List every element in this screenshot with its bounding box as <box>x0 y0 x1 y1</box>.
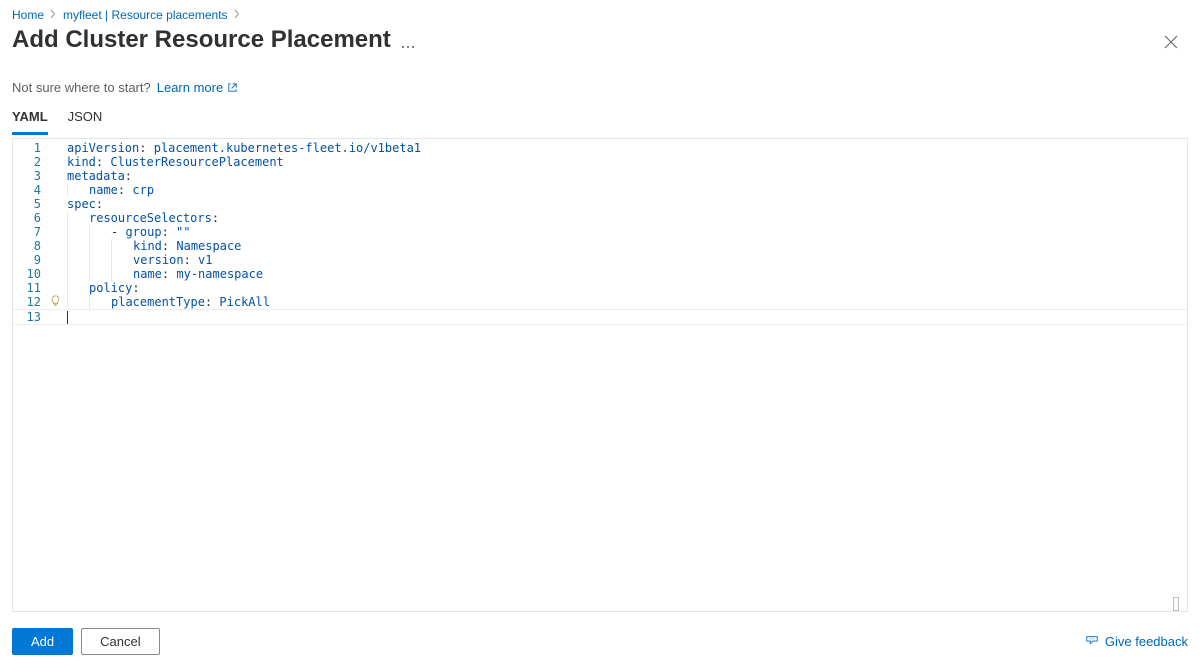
code-content: apiVersion: placement.kubernetes-fleet.i… <box>63 141 1187 155</box>
close-icon[interactable] <box>1158 29 1184 55</box>
code-content: name: my-namespace <box>63 267 1187 281</box>
code-content: spec: <box>63 197 1187 211</box>
code-content: kind: Namespace <box>63 239 1187 253</box>
code-line: 5 spec: <box>13 197 1187 211</box>
helper-intro: Not sure where to start? <box>12 80 151 95</box>
line-number: 1 <box>13 141 47 155</box>
code-content: policy: <box>63 281 1187 295</box>
feedback-icon <box>1085 634 1099 648</box>
code-line: 7 - group: "" <box>13 225 1187 239</box>
line-number: 7 <box>13 225 47 239</box>
code-content: name: crp <box>63 183 1187 197</box>
add-button[interactable]: Add <box>12 628 73 655</box>
tab-json[interactable]: JSON <box>68 105 103 135</box>
line-number: 4 <box>13 183 47 197</box>
code-line: 6 resourceSelectors: <box>13 211 1187 225</box>
code-line: 3 metadata: <box>13 169 1187 183</box>
line-number: 6 <box>13 211 47 225</box>
line-number: 10 <box>13 267 47 281</box>
code-editor[interactable]: 1 apiVersion: placement.kubernetes-fleet.… <box>12 138 1188 612</box>
line-number: 2 <box>13 155 47 169</box>
code-content: resourceSelectors: <box>63 211 1187 225</box>
breadcrumb: Home myfleet | Resource placements <box>12 8 1188 26</box>
tabs: YAML JSON <box>12 105 1188 136</box>
helper-text: Not sure where to start? Learn more <box>12 58 1188 105</box>
code-line: 13 <box>13 309 1187 325</box>
footer: Add Cancel Give feedback <box>0 617 1200 665</box>
code-line: 9 version: v1 <box>13 253 1187 267</box>
breadcrumb-item-home[interactable]: Home <box>12 8 44 22</box>
text-caret <box>67 311 68 324</box>
breadcrumb-item-myfleet[interactable]: myfleet | Resource placements <box>63 8 228 22</box>
code-line: 11 policy: <box>13 281 1187 295</box>
lightbulb-icon <box>47 295 63 307</box>
code-line: 10 name: my-namespace <box>13 267 1187 281</box>
tab-yaml[interactable]: YAML <box>12 105 48 135</box>
code-content: version: v1 <box>63 253 1187 267</box>
more-icon[interactable] <box>401 33 415 52</box>
line-number: 11 <box>13 281 47 295</box>
line-number: 12 <box>13 295 47 309</box>
learn-more-link[interactable]: Learn more <box>157 80 238 95</box>
line-number: 8 <box>13 239 47 253</box>
page-title: Add Cluster Resource Placement <box>12 26 391 54</box>
code-content: metadata: <box>63 169 1187 183</box>
line-number: 3 <box>13 169 47 183</box>
chevron-right-icon <box>50 8 57 22</box>
give-feedback-link[interactable]: Give feedback <box>1085 634 1188 649</box>
external-link-icon <box>227 82 238 93</box>
code-line: 8 kind: Namespace <box>13 239 1187 253</box>
code-content <box>63 310 1187 324</box>
cancel-button[interactable]: Cancel <box>81 628 159 655</box>
code-line: 4 name: crp <box>13 183 1187 197</box>
code-content: kind: ClusterResourcePlacement <box>63 155 1187 169</box>
code-line: 2 kind: ClusterResourcePlacement <box>13 155 1187 169</box>
chevron-right-icon <box>234 8 241 22</box>
line-number: 13 <box>13 310 47 324</box>
line-number: 5 <box>13 197 47 211</box>
code-content: - group: "" <box>63 225 1187 239</box>
code-line: 12 placementType: PickAll <box>13 295 1187 309</box>
code-line: 1 apiVersion: placement.kubernetes-fleet.… <box>13 141 1187 155</box>
minimap-viewport-indicator <box>1173 597 1179 611</box>
code-content: placementType: PickAll <box>63 295 1187 309</box>
line-number: 9 <box>13 253 47 267</box>
